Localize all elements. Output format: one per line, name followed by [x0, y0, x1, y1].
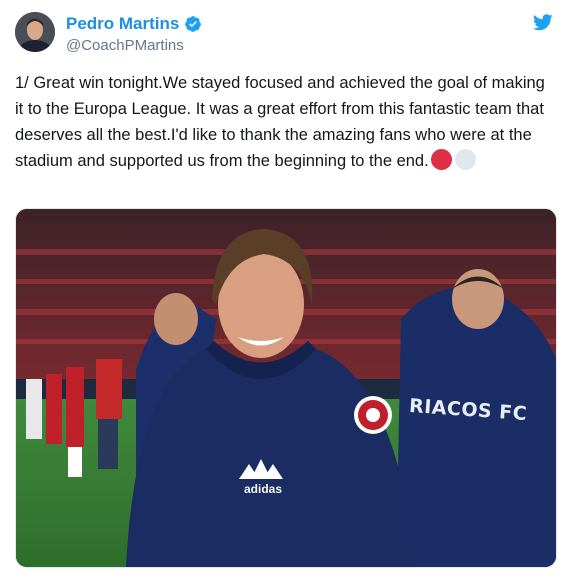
twitter-bird-icon[interactable] — [533, 14, 553, 31]
brand-text: adidas — [244, 482, 283, 496]
author-display-name[interactable]: Pedro Martins — [66, 14, 179, 34]
stadium-photo — [16, 209, 556, 567]
verified-badge-icon — [185, 16, 202, 32]
tweet-photo[interactable]: RIACOS FC adidas — [15, 208, 557, 568]
author-handle[interactable]: @CoachPMartins — [66, 37, 184, 54]
tweet-text: 1/ Great win tonight.We stayed focused a… — [15, 70, 555, 174]
avatar[interactable] — [15, 12, 55, 52]
profile-photo — [15, 12, 55, 52]
red-circle-emoji-icon — [430, 149, 452, 170]
white-circle-emoji-icon — [454, 149, 476, 170]
